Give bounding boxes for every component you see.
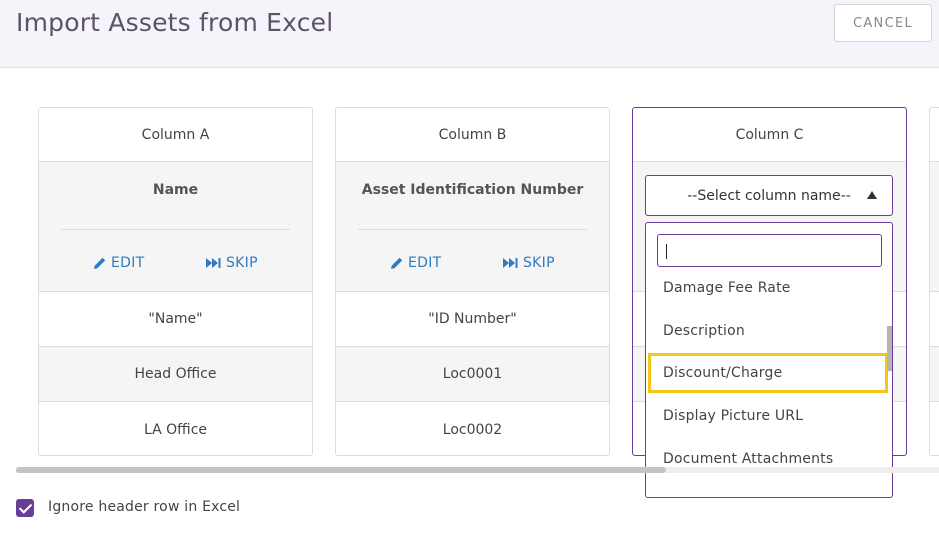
data-row: Loc0001	[336, 347, 609, 402]
dropdown-option[interactable]: Document Attachments	[648, 439, 888, 479]
pencil-icon	[391, 257, 403, 269]
data-row: Loc0002	[442, 421, 503, 438]
dropdown-scrollbar[interactable]	[887, 326, 892, 371]
dropdown-option-highlighted[interactable]: Discount/Charge	[648, 353, 888, 393]
page-header: Import Assets from Excel CANCEL	[0, 0, 939, 68]
dropdown-option[interactable]: Display Picture URL	[648, 396, 888, 436]
data-row: LA Office	[143, 421, 207, 438]
column-mapping: Asset Identification Number EDIT SKIP	[336, 162, 609, 292]
ignore-header-label: Ignore header row in Excel	[48, 499, 241, 515]
edit-label: EDIT	[111, 255, 145, 271]
dropdown-option[interactable]: Damage Fee Rate	[648, 268, 888, 308]
column-heading	[930, 108, 939, 162]
pencil-icon	[94, 257, 106, 269]
caret-up-icon	[867, 191, 877, 199]
column-heading: Column A	[39, 108, 312, 162]
text-cursor	[666, 244, 667, 259]
edit-button[interactable]: EDIT	[93, 255, 145, 271]
horizontal-scrollbar-thumb[interactable]	[16, 467, 666, 473]
column-card-b: Column B Asset Identification Number EDI…	[335, 107, 610, 456]
column-heading: Column C	[633, 108, 906, 162]
data-row: "ID Number"	[336, 292, 609, 347]
fast-forward-icon	[206, 258, 221, 268]
page-title: Import Assets from Excel	[16, 8, 334, 37]
column-name-dropdown: Damage Fee Rate Description Discount/Cha…	[645, 222, 893, 498]
data-row	[930, 347, 939, 402]
fast-forward-icon	[503, 258, 518, 268]
skip-label: SKIP	[226, 255, 258, 271]
edit-label: EDIT	[408, 255, 442, 271]
data-row	[930, 292, 939, 347]
divider	[358, 229, 587, 230]
skip-button[interactable]: SKIP	[206, 255, 258, 271]
skip-label: SKIP	[523, 255, 555, 271]
column-card-d	[929, 107, 939, 456]
ignore-header-checkbox[interactable]	[16, 499, 34, 517]
data-row: "Name"	[39, 292, 312, 347]
column-heading: Column B	[336, 108, 609, 162]
data-row: Head Office	[39, 347, 312, 402]
column-card-a: Column A Name EDIT SKIP "Name" Head Offi…	[38, 107, 313, 456]
column-mapping	[930, 162, 939, 292]
column-mapping: Name EDIT SKIP	[39, 162, 312, 292]
skip-button[interactable]: SKIP	[503, 255, 555, 271]
mapped-field-name: Name	[152, 182, 199, 198]
cancel-button[interactable]: CANCEL	[834, 4, 932, 42]
dropdown-search-input[interactable]	[657, 234, 882, 267]
column-name-select[interactable]: --Select column name--	[645, 175, 893, 216]
dropdown-option[interactable]: Description	[648, 311, 888, 351]
mapped-field-name: Asset Identification Number	[361, 182, 584, 198]
divider	[61, 229, 290, 230]
select-value: --Select column name--	[687, 187, 851, 204]
edit-button[interactable]: EDIT	[390, 255, 442, 271]
data-row	[930, 402, 939, 455]
